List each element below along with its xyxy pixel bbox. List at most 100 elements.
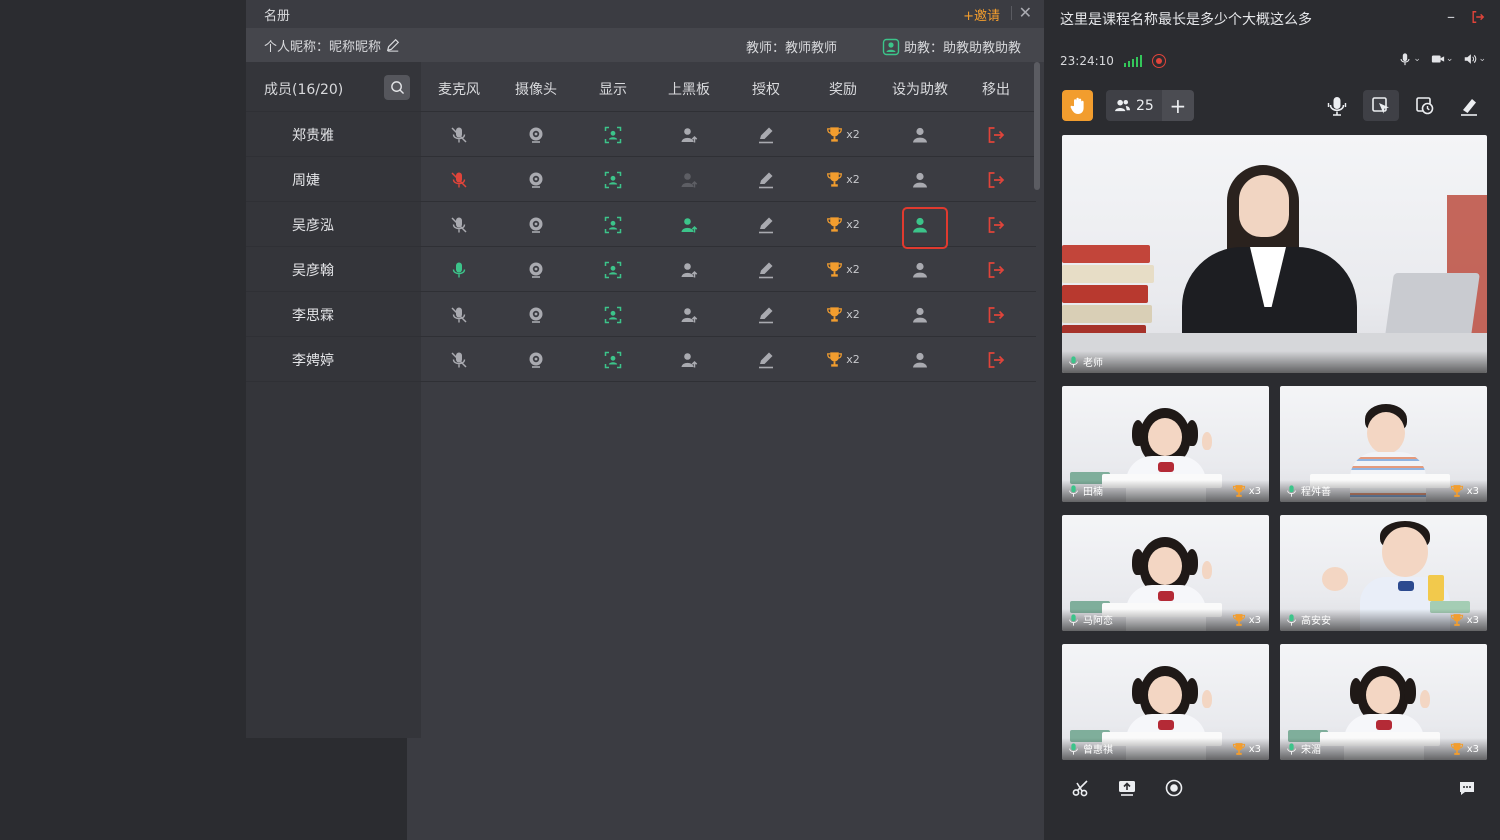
edit-nickname-icon[interactable] (386, 38, 400, 52)
reward-count: x2 (846, 173, 860, 186)
student-video[interactable]: 高安安 x3 (1280, 515, 1487, 631)
pencil-icon (759, 352, 773, 368)
student-video[interactable]: 马阿恋 x3 (1062, 515, 1269, 631)
upload-button[interactable] (1115, 776, 1139, 800)
camera-toggle[interactable] (498, 202, 574, 247)
blackboard-toggle[interactable] (651, 157, 727, 202)
camera-icon (529, 217, 543, 233)
set-assistant-button[interactable] (882, 292, 958, 337)
participants-count[interactable]: 25 (1106, 90, 1162, 121)
remove-member-button[interactable] (958, 112, 1034, 157)
display-toggle[interactable] (575, 337, 651, 382)
camera-toggle[interactable] (498, 247, 574, 292)
mic-toggle[interactable] (421, 247, 497, 292)
reward-button[interactable]: x2 (805, 202, 881, 247)
roster-info-bar: 个人昵称：昵称昵称 教师：教师教师 助教：助教助教助教 (246, 28, 1044, 62)
camera-toggle[interactable] (498, 292, 574, 337)
user-icon (913, 217, 927, 232)
camera-icon (529, 262, 543, 278)
remove-member-button[interactable] (958, 337, 1034, 382)
set-assistant-button[interactable] (882, 337, 958, 382)
camera-toggle-button[interactable]: ⌄ (1431, 52, 1453, 66)
search-members-button[interactable] (384, 75, 410, 100)
blackboard-toggle[interactable] (651, 292, 727, 337)
student-video[interactable]: 宋湄 x3 (1280, 644, 1487, 760)
scissors-tool-button[interactable] (1069, 776, 1093, 800)
pencil-icon (759, 262, 773, 278)
mic-toggle[interactable] (421, 292, 497, 337)
table-row: 李思霖 x2 (246, 292, 1036, 337)
camera-toggle[interactable] (498, 112, 574, 157)
authorize-toggle[interactable] (728, 292, 804, 337)
blackboard-toggle[interactable] (651, 202, 727, 247)
student-video[interactable]: 田楠 x3 (1062, 386, 1269, 502)
microphone-icon (1287, 484, 1296, 497)
assistant-badge-icon (882, 38, 900, 55)
minimize-button[interactable]: – (1447, 7, 1455, 26)
remove-member-button[interactable] (958, 157, 1034, 202)
set-assistant-button[interactable] (882, 112, 958, 157)
chat-button[interactable] (1455, 776, 1479, 800)
authorize-toggle[interactable] (728, 337, 804, 382)
reward-button[interactable]: x2 (805, 112, 881, 157)
reward-button[interactable]: x2 (805, 247, 881, 292)
mic-toggle[interactable] (421, 157, 497, 202)
teacher-video[interactable]: 老师 (1062, 135, 1487, 373)
users-icon (1115, 99, 1130, 112)
mic-toggle-button[interactable]: ⌄ (1398, 52, 1421, 66)
add-participant-button[interactable]: + (1161, 90, 1194, 121)
student-video[interactable]: 曾惠祺 x3 (1062, 644, 1269, 760)
raise-hand-button[interactable] (1062, 90, 1093, 121)
set-assistant-button[interactable] (882, 247, 958, 292)
reward-count: x2 (846, 128, 860, 141)
mic-toggle[interactable] (421, 337, 497, 382)
authorize-toggle[interactable] (728, 247, 804, 292)
record-button[interactable] (1162, 776, 1186, 800)
remove-member-button[interactable] (958, 247, 1034, 292)
display-toggle[interactable] (575, 247, 651, 292)
course-title: 这里是课程名称最长是多少个大概这么多 (1060, 12, 1312, 28)
speaker-toggle-button[interactable]: ⌄ (1463, 52, 1486, 66)
clear-drawing-button[interactable] (1451, 90, 1487, 121)
blackboard-toggle[interactable] (651, 112, 727, 157)
authorize-toggle[interactable] (728, 157, 804, 202)
reward-group: x2 (826, 351, 860, 368)
display-toggle[interactable] (575, 292, 651, 337)
student-caption: 宋湄 (1286, 741, 1321, 756)
classroom-bottom-bar (1069, 776, 1485, 802)
camera-toggle[interactable] (498, 157, 574, 202)
reward-button[interactable]: x2 (805, 157, 881, 202)
remove-member-button[interactable] (958, 292, 1034, 337)
set-assistant-button[interactable] (882, 202, 958, 249)
member-name: 吴彦泓 (292, 218, 334, 234)
user-icon (913, 307, 927, 322)
screen-share-tool-button[interactable] (1407, 90, 1443, 121)
camera-toggle[interactable] (498, 337, 574, 382)
set-assistant-button[interactable] (882, 157, 958, 202)
invite-button[interactable]: +邀请 (963, 5, 1000, 24)
exit-icon (988, 216, 1005, 233)
authorize-toggle[interactable] (728, 202, 804, 247)
student-reward-count: x3 (1466, 614, 1479, 626)
pointer-tool-button[interactable] (1363, 90, 1399, 121)
exit-class-button[interactable] (1471, 9, 1485, 28)
voice-mode-button[interactable] (1319, 90, 1355, 121)
remove-member-button[interactable] (958, 202, 1034, 247)
reward-button[interactable]: x2 (805, 337, 881, 382)
member-name: 吴彦翰 (292, 263, 334, 279)
close-roster-button[interactable]: ✕ (1019, 3, 1032, 22)
mic-toggle[interactable] (421, 202, 497, 247)
display-toggle[interactable] (575, 112, 651, 157)
user-up-icon (681, 307, 698, 322)
display-toggle[interactable] (575, 157, 651, 202)
table-row: 李娉婷 x2 (246, 337, 1036, 382)
roster-scrollbar[interactable] (1034, 62, 1040, 190)
blackboard-toggle[interactable] (651, 247, 727, 292)
member-name: 郑贵雅 (292, 128, 334, 144)
authorize-toggle[interactable] (728, 112, 804, 157)
student-video[interactable]: 程舛善 x3 (1280, 386, 1487, 502)
display-toggle[interactable] (575, 202, 651, 247)
blackboard-toggle[interactable] (651, 337, 727, 382)
reward-button[interactable]: x2 (805, 292, 881, 337)
mic-toggle[interactable] (421, 112, 497, 157)
